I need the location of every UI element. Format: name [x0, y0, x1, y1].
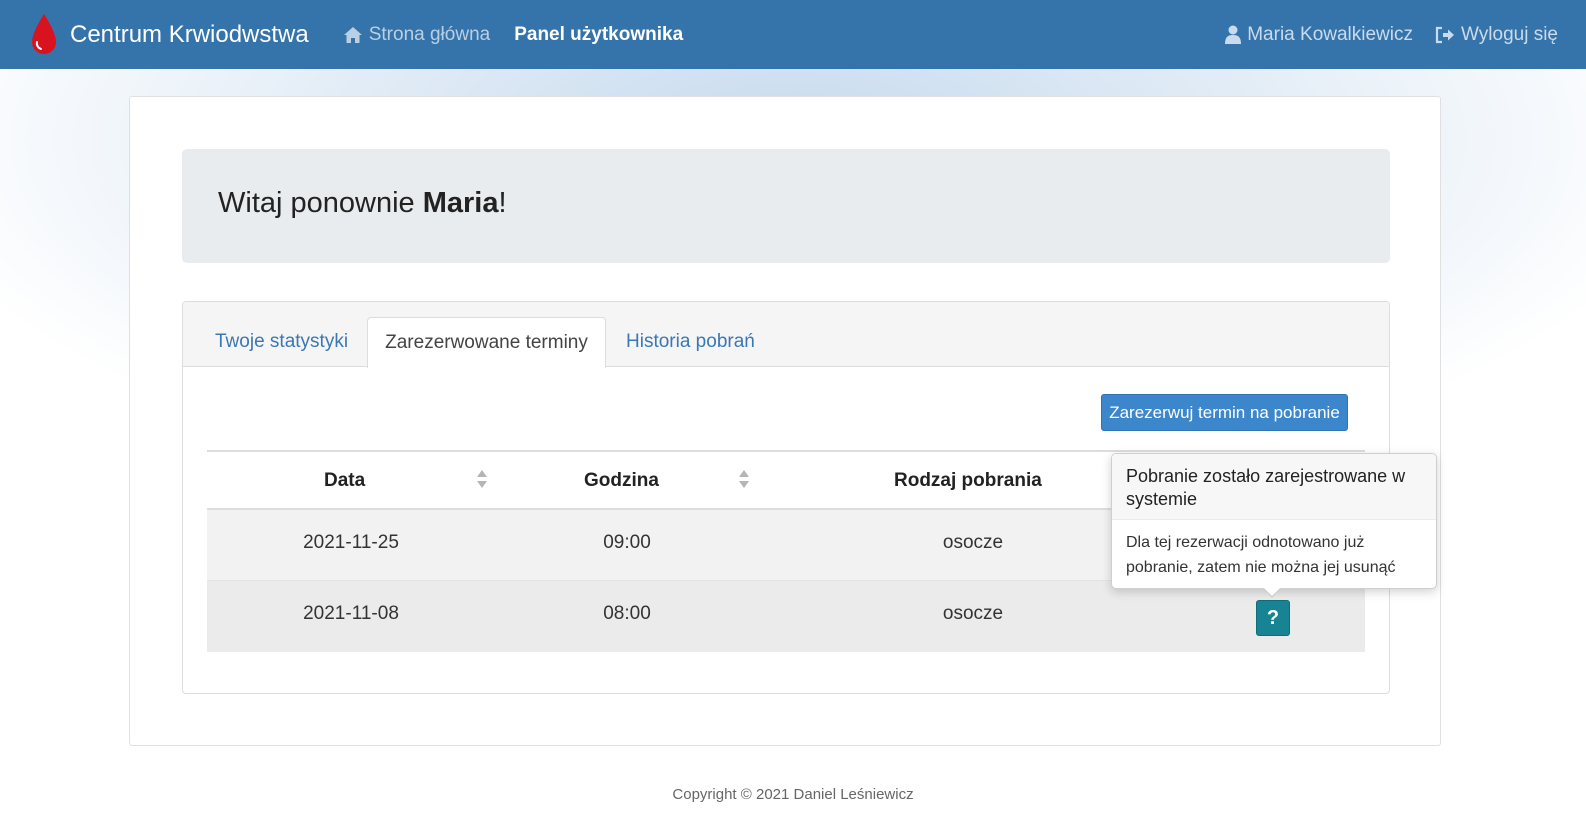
tabs-header: Twoje statystyki Zarezerwowane terminy H… [183, 302, 1389, 368]
cell-time: 08:00 [603, 603, 651, 624]
tab-history[interactable]: Historia pobrań [626, 317, 755, 367]
table-row: 2021-11-08 08:00 osocze ? [207, 581, 1365, 652]
nav-right: Maria Kowalkiewicz Wyloguj się [1225, 24, 1558, 46]
popover-title: Pobranie zostało zarejestrowane w system… [1112, 454, 1436, 520]
nav-user-link[interactable]: Maria Kowalkiewicz [1225, 24, 1413, 46]
col-type-header: Rodzaj pobrania [894, 470, 1042, 491]
footer-copyright: Copyright © 2021 Daniel Leśniewicz [672, 786, 914, 803]
welcome-jumbotron: Witaj ponownie Maria! [182, 149, 1390, 263]
nav-panel-link[interactable]: Panel użytkownika [514, 24, 683, 46]
info-popover: Pobranie zostało zarejestrowane w system… [1111, 453, 1437, 598]
sign-out-icon [1435, 26, 1455, 43]
popover-arrow [1262, 587, 1282, 598]
cell-date: 2021-11-08 [303, 603, 399, 624]
nav-panel-label: Panel użytkownika [514, 23, 684, 45]
logout-label: Wyloguj się [1461, 23, 1558, 45]
user-name: Maria Kowalkiewicz [1247, 23, 1414, 45]
nav-home-label: Strona główna [368, 23, 491, 45]
welcome-name: Maria [422, 187, 499, 219]
cell-type: osocze [942, 603, 1004, 624]
col-time-header[interactable]: Godzina [584, 470, 659, 492]
tab-stats[interactable]: Twoje statystyki [215, 317, 348, 367]
welcome-prefix: Witaj ponownie [218, 187, 423, 219]
welcome-suffix: ! [498, 187, 507, 219]
cell-date: 2021-11-25 [303, 532, 399, 553]
sort-icon[interactable] [476, 469, 488, 489]
brand[interactable]: Centrum Krwiodwstwa [28, 12, 309, 58]
welcome-heading: Witaj ponownie Maria! [218, 187, 507, 220]
home-icon [343, 26, 362, 43]
cell-type: osocze [942, 532, 1004, 553]
blood-drop-icon [32, 13, 56, 54]
top-navbar: Centrum Krwiodwstwa Strona główna Panel … [0, 0, 1586, 69]
nav-home-link[interactable]: Strona główna [343, 24, 490, 46]
tab-reserved[interactable]: Zarezerwowane terminy [367, 317, 606, 368]
popover-body: Dla tej rezerwacji odnotowano już pobran… [1126, 534, 1396, 576]
main-card: Witaj ponownie Maria! Twoje statystyki Z… [129, 96, 1441, 746]
col-date-header[interactable]: Data [324, 470, 365, 492]
reserve-button[interactable]: Zarezerwuj termin na pobranie [1101, 394, 1348, 431]
sort-icon[interactable] [738, 469, 750, 489]
user-icon [1225, 25, 1242, 44]
cell-time: 09:00 [603, 532, 651, 553]
help-button[interactable]: ? [1256, 600, 1290, 636]
logout-link[interactable]: Wyloguj się [1435, 24, 1558, 46]
brand-name: Centrum Krwiodwstwa [70, 20, 309, 48]
